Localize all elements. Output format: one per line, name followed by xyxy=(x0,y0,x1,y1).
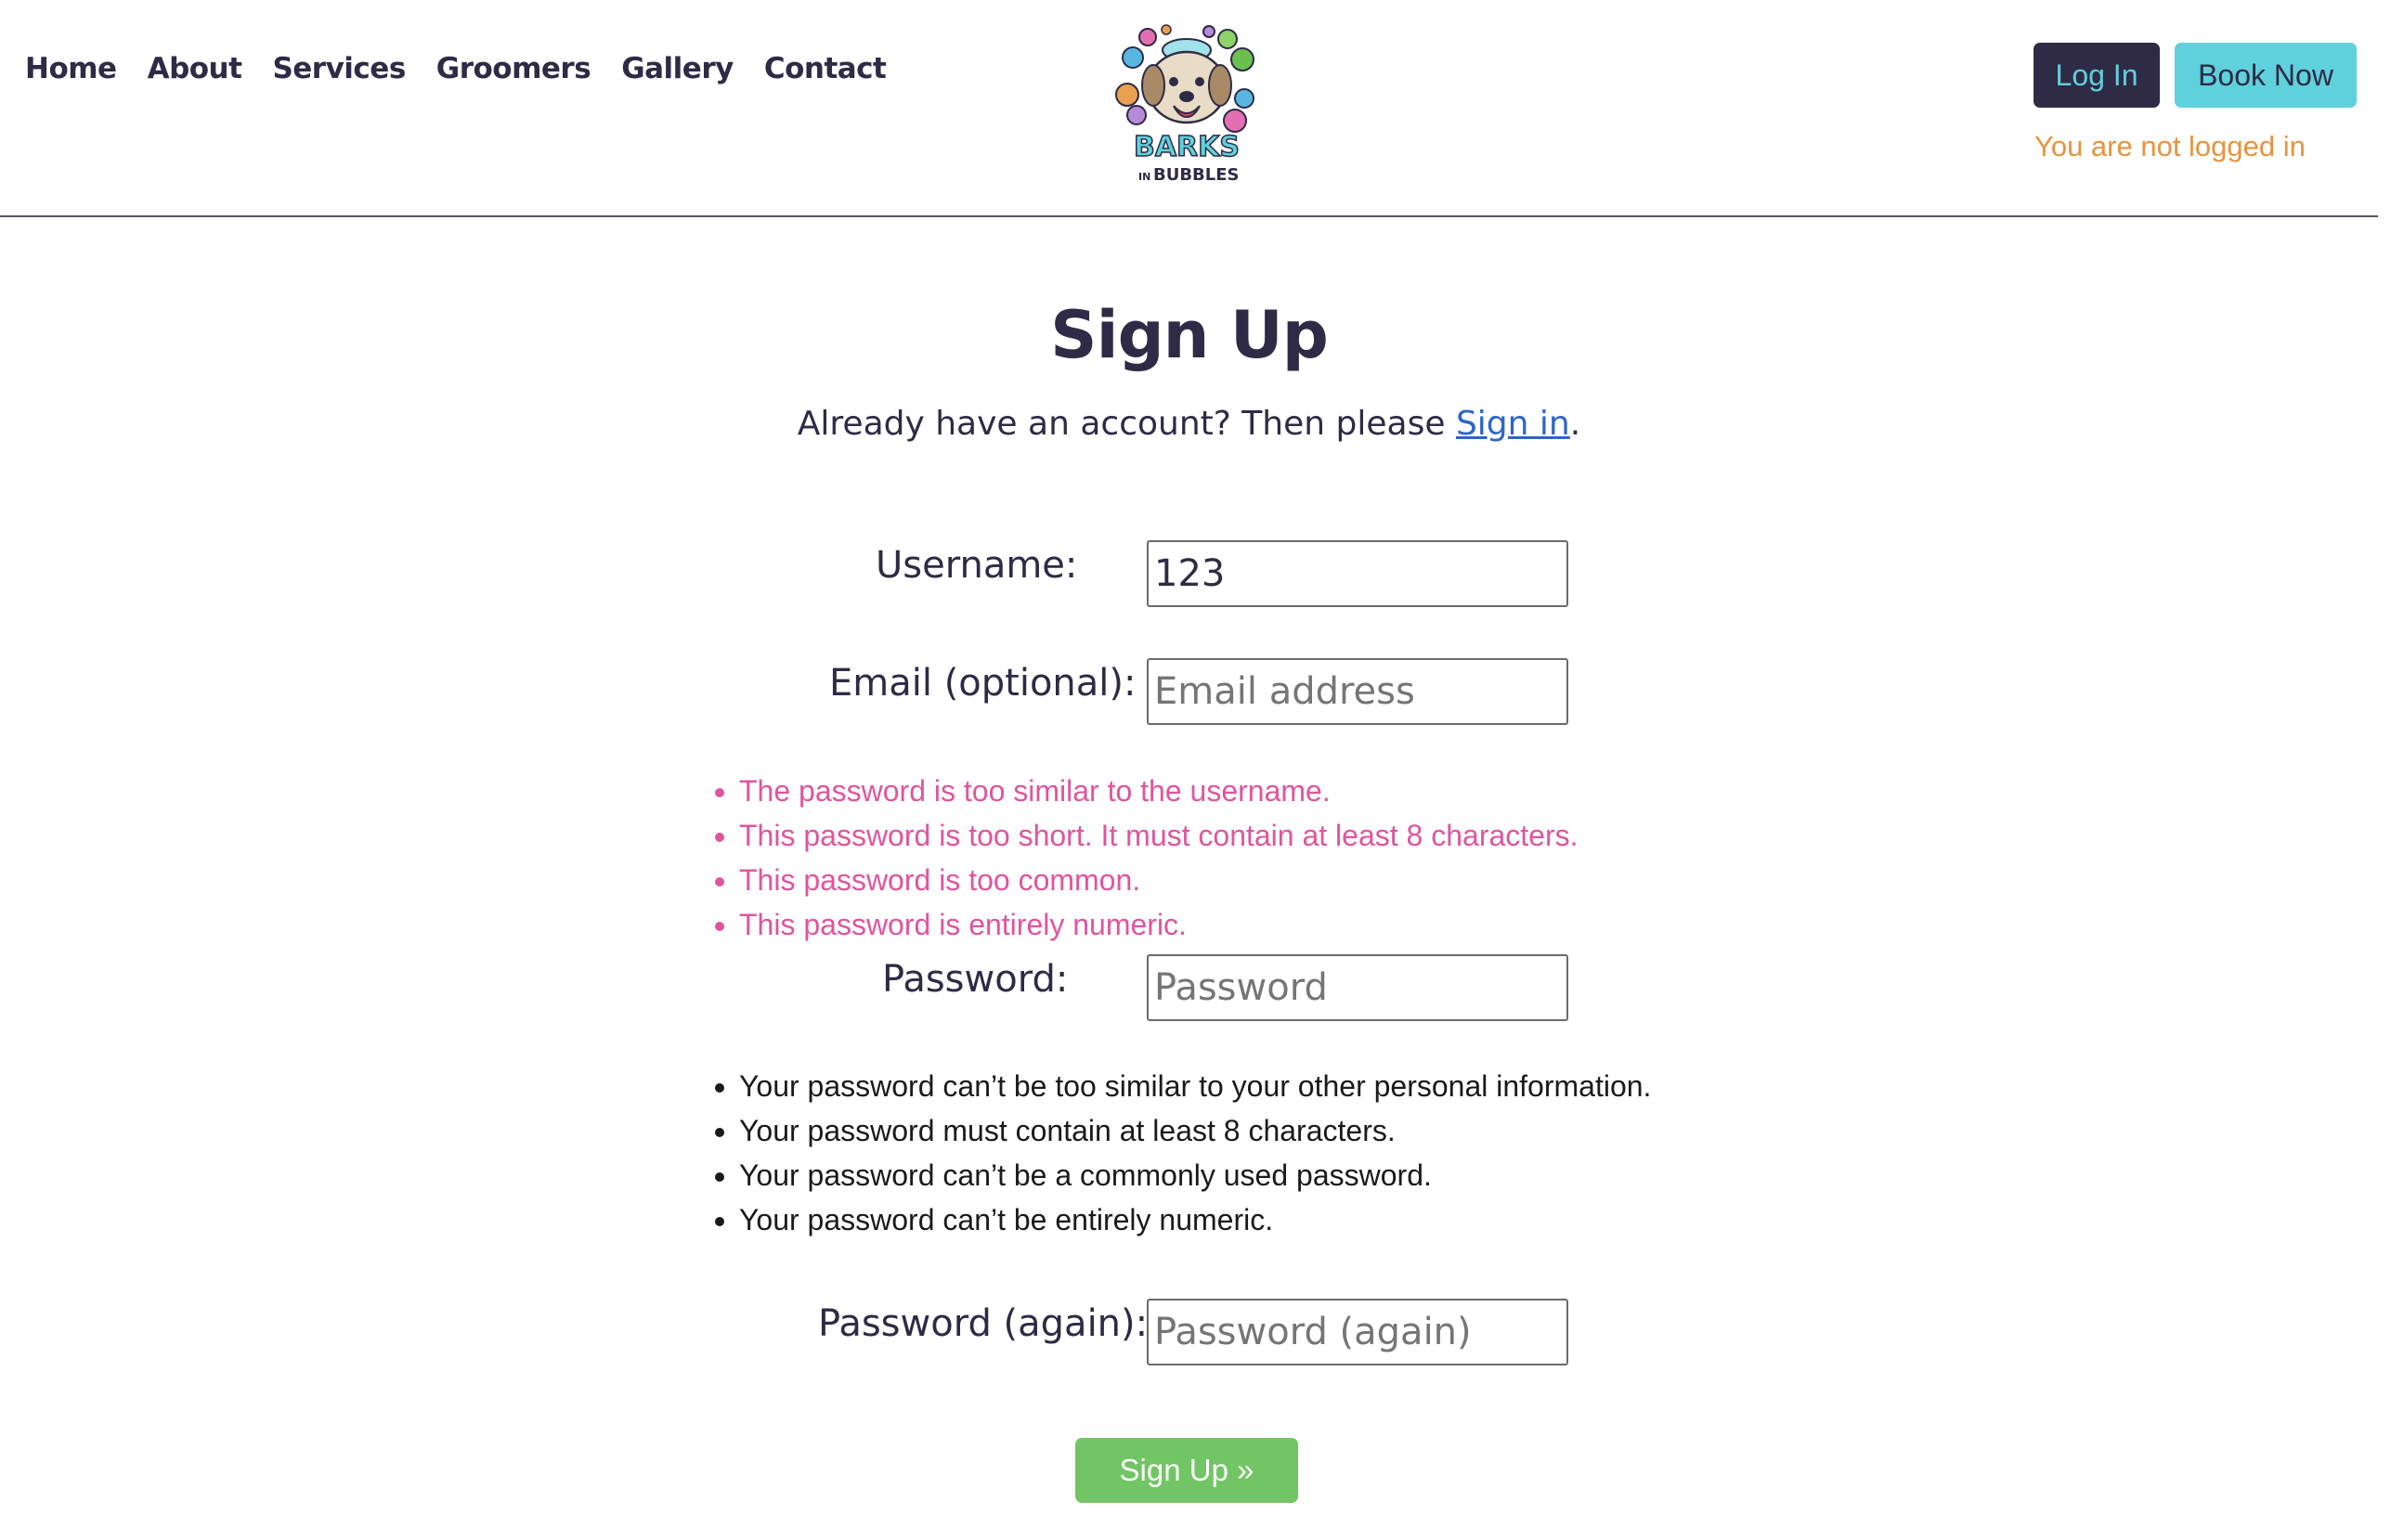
email-input[interactable] xyxy=(1147,658,1568,725)
main-nav: Home About Services Groomers Gallery Con… xyxy=(25,52,887,85)
book-now-button[interactable]: Book Now xyxy=(2175,43,2357,108)
error-item: The password is too similar to the usern… xyxy=(739,769,1579,813)
site-header: Home About Services Groomers Gallery Con… xyxy=(0,0,2378,217)
password-error-list: The password is too similar to the usern… xyxy=(713,769,1579,947)
password-help-list: Your password can’t be too similar to yo… xyxy=(713,1064,1651,1242)
nav-groomers-link[interactable]: Groomers xyxy=(436,52,591,85)
signin-prompt: Already have an account? Then please Sig… xyxy=(0,405,2378,443)
page: Home About Services Groomers Gallery Con… xyxy=(0,0,2391,1540)
nav-contact-link[interactable]: Contact xyxy=(764,52,887,85)
error-item: This password is entirely numeric. xyxy=(739,902,1579,947)
error-item: This password is too common. xyxy=(739,858,1579,902)
nav-services-link[interactable]: Services xyxy=(272,52,406,85)
logo-text-barks: BARKS xyxy=(1134,131,1240,163)
login-button[interactable]: Log In xyxy=(2034,43,2160,108)
username-input[interactable] xyxy=(1147,540,1568,607)
page-title: Sign Up xyxy=(1050,297,1329,373)
logo-text-in: IN xyxy=(1138,171,1150,183)
login-status-text: You are not logged in xyxy=(2034,130,2306,162)
signin-prompt-prefix: Already have an account? Then please xyxy=(797,405,1456,443)
signin-prompt-suffix: . xyxy=(1569,405,1581,443)
signin-link[interactable]: Sign in xyxy=(1456,405,1570,443)
password-again-input[interactable] xyxy=(1147,1299,1568,1365)
nav-gallery-link[interactable]: Gallery xyxy=(621,52,734,85)
password-again-label: Password (again): xyxy=(818,1302,1149,1345)
error-item: This password is too short. It must cont… xyxy=(739,813,1579,858)
help-item: Your password can’t be too similar to yo… xyxy=(739,1064,1651,1108)
help-item: Your password can’t be a commonly used p… xyxy=(739,1153,1651,1197)
password-label: Password: xyxy=(882,958,1069,1001)
logo-text-bubbles: BUBBLES xyxy=(1153,165,1240,185)
help-item: Your password must contain at least 8 ch… xyxy=(739,1108,1651,1153)
nav-home-link[interactable]: Home xyxy=(25,52,117,85)
password-input[interactable] xyxy=(1147,954,1568,1021)
signup-submit-button[interactable]: Sign Up » xyxy=(1075,1438,1298,1503)
nav-about-link[interactable]: About xyxy=(148,52,242,85)
username-label: Username: xyxy=(876,544,1078,587)
email-label: Email (optional): xyxy=(829,662,1137,705)
help-item: Your password can’t be entirely numeric. xyxy=(739,1197,1651,1242)
site-logo[interactable]: BARKS IN BUBBLES xyxy=(1112,20,1261,188)
